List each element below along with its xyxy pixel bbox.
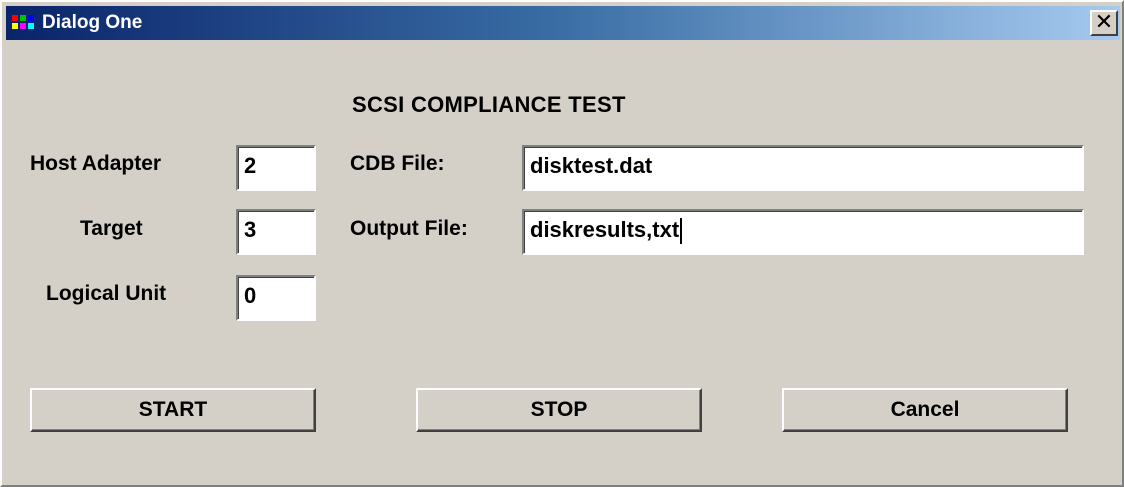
output-file-input[interactable]: diskresults,txt <box>522 209 1084 255</box>
host-adapter-input[interactable]: 2 <box>236 145 316 191</box>
cancel-button[interactable]: Cancel <box>782 388 1068 432</box>
output-file-label: Output File: <box>350 217 468 240</box>
logical-unit-label: Logical Unit <box>46 282 167 305</box>
cdb-file-label: CDB File: <box>350 152 445 175</box>
text-caret <box>680 218 683 245</box>
close-button[interactable]: ✕ <box>1090 10 1118 36</box>
cdb-file-input[interactable]: disktest.dat <box>522 145 1084 191</box>
target-input[interactable]: 3 <box>236 209 316 255</box>
target-label: Target <box>80 217 143 240</box>
close-icon: ✕ <box>1094 10 1114 35</box>
host-adapter-value: 2 <box>244 153 257 178</box>
logical-unit-value: 0 <box>244 283 257 308</box>
stop-button[interactable]: STOP <box>416 388 702 432</box>
dialog-heading: SCSI COMPLIANCE TEST <box>352 92 626 117</box>
app-icon <box>12 13 36 33</box>
window-title: Dialog One <box>42 12 143 33</box>
target-value: 3 <box>244 217 257 242</box>
start-button[interactable]: START <box>30 388 316 432</box>
title-bar[interactable]: Dialog One ✕ <box>6 6 1120 40</box>
output-file-value: diskresults,txt <box>530 217 680 242</box>
logical-unit-input[interactable]: 0 <box>236 275 316 321</box>
cdb-file-value: disktest.dat <box>530 153 653 178</box>
dialog-window: Dialog One ✕ SCSI COMPLIANCE TEST Host A… <box>0 0 1124 487</box>
host-adapter-label: Host Adapter <box>30 152 162 175</box>
